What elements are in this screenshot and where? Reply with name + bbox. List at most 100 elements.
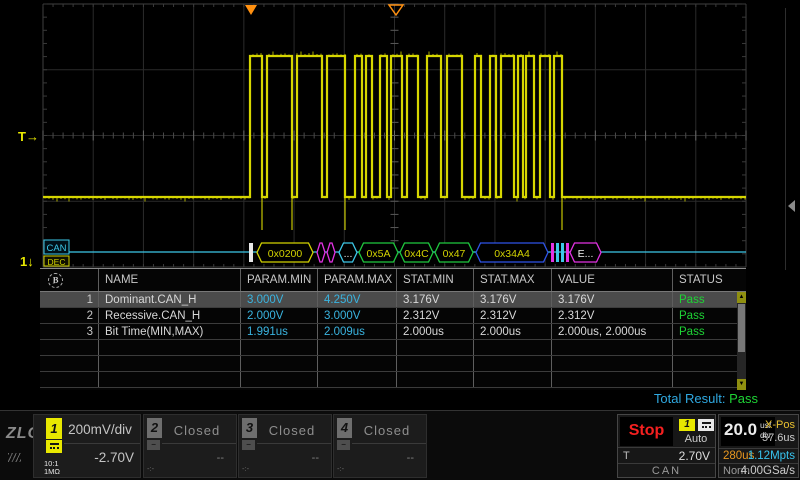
channel-1-box[interactable]: 1200mV/div-2.70V10:11MΩ [33, 414, 141, 478]
table-cell [396, 372, 473, 387]
table-cell [317, 340, 396, 355]
divider [257, 443, 331, 444]
table-row[interactable]: 2Recessive.CAN_H2.000V3.000V2.312V2.312V… [40, 308, 746, 324]
table-cell [98, 372, 240, 387]
decode-bit-marker [566, 243, 569, 262]
channel1-position-marker[interactable]: 1↓ [20, 254, 34, 269]
decode-bit-marker [551, 243, 554, 262]
trigger-mode: Auto [677, 433, 715, 445]
channel-value-placeholder: -- [217, 452, 224, 464]
coupling-off-icon: − [242, 440, 255, 450]
table-cell: 1 [40, 292, 98, 307]
table-cell [396, 340, 473, 355]
channel-value-placeholder: -- [407, 452, 414, 464]
table-cell: Pass [672, 324, 737, 339]
scrollbar-thumb[interactable] [738, 304, 745, 352]
table-header-row: BNAMEPARAM.MINPARAM.MAXSTAT.MINSTAT.MAXV… [40, 269, 746, 292]
can-decode-frame-label: E... [578, 248, 594, 260]
trigger-coupling-icon [698, 419, 714, 431]
trigger-status-box[interactable]: Stop 1 Auto T 2.70V CAN [617, 414, 716, 478]
table-cell [551, 340, 672, 355]
table-cell [240, 372, 317, 387]
divider [352, 443, 426, 444]
channel-3-box[interactable]: 3Closed−---:- [238, 414, 332, 478]
column-header: STAT.MIN [396, 269, 473, 291]
decode-label: DEC [48, 257, 66, 267]
divider [64, 443, 140, 444]
input-impedance: 1MΩ [44, 467, 60, 476]
trigger-event-marker-icon[interactable] [245, 5, 257, 15]
table-row[interactable]: 3Bit Time(MIN,MAX)1.991us2.009us2.000us2… [40, 324, 746, 340]
channel-scale: 200mV/div [64, 422, 136, 437]
can-decode-frame [327, 243, 335, 262]
table-cell [396, 356, 473, 371]
table-scrollbar[interactable]: ▲ ▼ [737, 292, 746, 390]
logo-hatch-icon [8, 453, 21, 462]
side-menu-collapse-arrow[interactable] [788, 200, 795, 212]
memory-depth: 1.12Mpts [748, 450, 795, 462]
table-cell [317, 372, 396, 387]
channel-2-box[interactable]: 2Closed−---:- [143, 414, 237, 478]
scroll-down-icon[interactable]: ▼ [737, 379, 746, 390]
table-cell [40, 372, 98, 387]
can-decode-frame [317, 243, 325, 262]
xpos-label: X-Pos [765, 419, 795, 431]
channel-time-placeholder: -:- [242, 464, 249, 473]
channel-state: Closed [162, 423, 232, 438]
table-cell [317, 356, 396, 371]
table-row[interactable] [40, 372, 746, 388]
coupling-off-icon: − [147, 440, 160, 450]
table-cell: 2.000V [240, 308, 317, 323]
table-cell [98, 340, 240, 355]
run-state-indicator[interactable]: Stop [620, 417, 673, 446]
table-cell [240, 356, 317, 371]
measure-table-header: BNAMEPARAM.MINPARAM.MAXSTAT.MINSTAT.MAXV… [40, 269, 746, 292]
table-cell [672, 372, 737, 387]
table-cell: 2.312V [396, 308, 473, 323]
table-cell: 3.176V [473, 292, 551, 307]
timebase-status-box[interactable]: 20.0 us/ div X-Pos 57.6us 280us 1.12Mpts… [718, 414, 799, 478]
waveform-display: T→1↓CANDEC0x0200...0x5A0x4C0x470x34A4E..… [0, 0, 800, 270]
trigger-level-value: 2.70V [679, 449, 710, 463]
trigger-level-marker[interactable]: T→ [18, 129, 39, 144]
column-header: VALUE [551, 269, 672, 291]
table-cell: 3.000V [317, 308, 396, 323]
channel-number-badge: 4 [337, 418, 352, 438]
channel-value-placeholder: -- [312, 452, 319, 464]
table-cell: Pass [672, 292, 737, 307]
table-cell: Bit Time(MIN,MAX) [98, 324, 240, 339]
table-cell: 2.000us [473, 324, 551, 339]
decode-bit-marker [556, 243, 559, 262]
table-row[interactable]: 1Dominant.CAN_H3.000V4.250V3.176V3.176V3… [40, 292, 746, 308]
table-row[interactable] [40, 340, 746, 356]
table-cell: Recessive.CAN_H [98, 308, 240, 323]
column-header: STAT.MAX [473, 269, 551, 291]
scroll-up-icon[interactable]: ▲ [737, 292, 746, 303]
table-cell [473, 356, 551, 371]
measure-table: BNAMEPARAM.MINPARAM.MAXSTAT.MINSTAT.MAXV… [40, 268, 746, 390]
timebase-scale: 20.0 [724, 420, 757, 440]
total-result-label: Total Result: [654, 391, 726, 406]
table-cell [672, 356, 737, 371]
table-cell [551, 356, 672, 371]
can-decode-frame-label: 0x34A4 [494, 248, 530, 260]
channel-4-box[interactable]: 4Closed−---:- [333, 414, 427, 478]
table-cell [672, 340, 737, 355]
divider [162, 443, 236, 444]
channel-state: Closed [257, 423, 327, 438]
column-header: PARAM.MAX [317, 269, 396, 291]
can-decode-frame-label: 0x5A [367, 248, 391, 260]
trigger-position-marker-icon[interactable] [389, 5, 403, 15]
table-cell: 2.000us [396, 324, 473, 339]
table-cell: Dominant.CAN_H [98, 292, 240, 307]
table-cell [473, 340, 551, 355]
table-cell [98, 356, 240, 371]
table-cell: 3.000V [240, 292, 317, 307]
table-cell: 3 [40, 324, 98, 339]
table-cell [551, 372, 672, 387]
table-row[interactable] [40, 356, 746, 372]
trigger-source-badge: 1 [679, 419, 695, 431]
table-cell: Pass [672, 308, 737, 323]
decode-bit-marker [561, 243, 564, 262]
can-decode-frame-label: ... [344, 248, 353, 260]
